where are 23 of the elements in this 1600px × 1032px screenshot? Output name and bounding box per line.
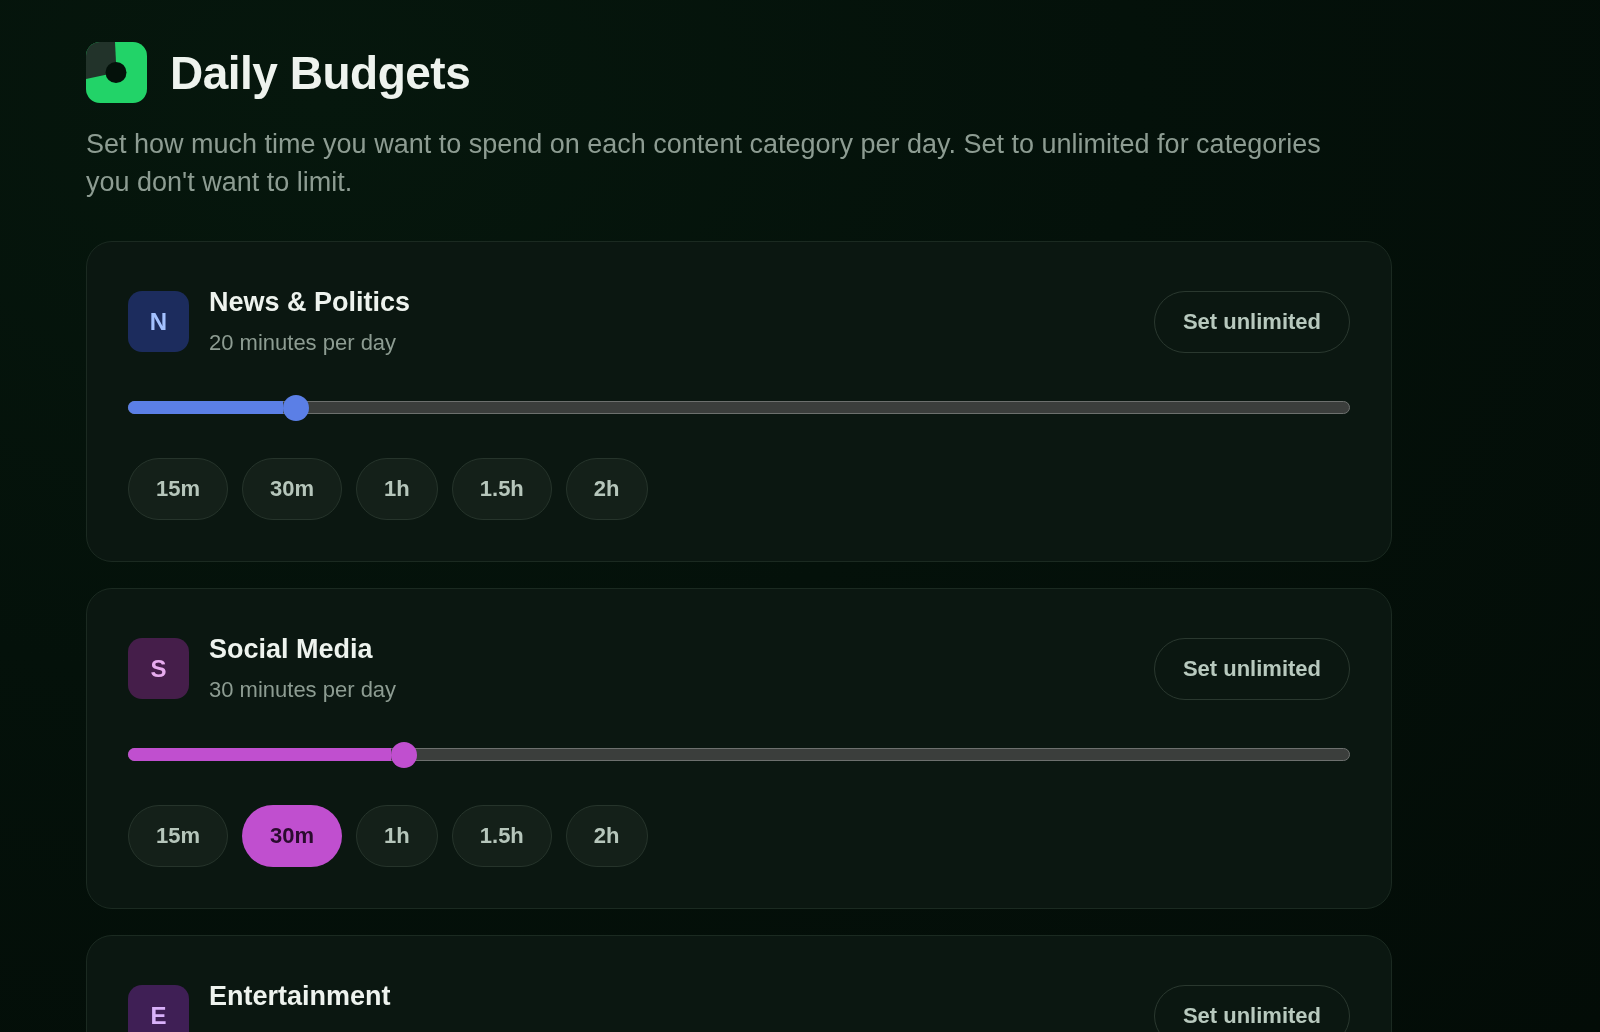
preset-chip[interactable]: 1h — [356, 805, 438, 867]
slider-thumb[interactable] — [390, 741, 417, 768]
preset-chip[interactable]: 2h — [565, 458, 648, 520]
category-name: News & Politics — [209, 287, 411, 317]
initial-avatar: N — [128, 291, 189, 352]
preset-chip[interactable]: 2h — [565, 805, 648, 867]
page-title: Daily Budgets — [170, 45, 471, 101]
initial-avatar: S — [128, 638, 189, 699]
preset-chip[interactable]: 30m — [242, 805, 343, 867]
preset-chip[interactable]: 1.5h — [451, 458, 552, 520]
category-name: Social Media — [209, 634, 373, 664]
preset-chip[interactable]: 1.5h — [451, 805, 552, 867]
preset-chip[interactable]: 15m — [128, 805, 229, 867]
budget-summary: 30 minutes per day — [209, 676, 397, 704]
pie-chart-icon — [86, 42, 147, 103]
preset-chip[interactable]: 1h — [356, 458, 438, 520]
slider-thumb[interactable] — [283, 394, 310, 421]
budget-summary: 20 minutes per day — [209, 329, 397, 357]
category-name: Entertainment — [209, 981, 391, 1011]
preset-chip[interactable]: 30m — [242, 458, 343, 520]
preset-chip[interactable]: 15m — [128, 458, 229, 520]
initial-avatar: E — [128, 985, 189, 1032]
page-description: Set how much time you want to spend on each content category per day. Set to unlimited for categories you don't want to limit. — [86, 128, 1322, 199]
